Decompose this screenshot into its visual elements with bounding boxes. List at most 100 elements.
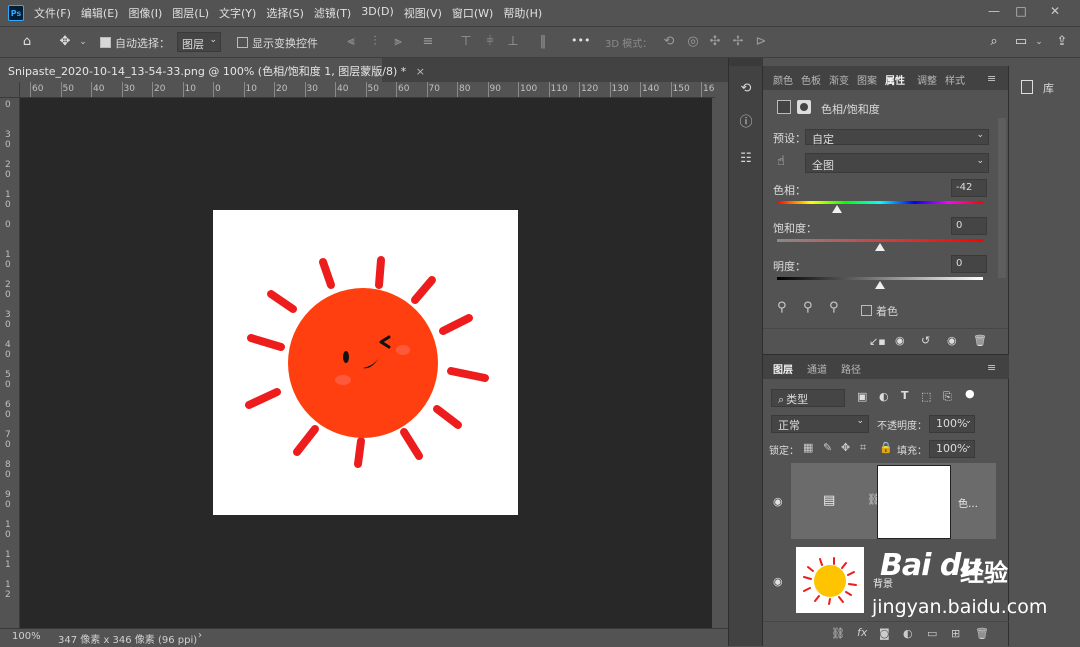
menu-item-2[interactable]: 图像(I)	[128, 5, 162, 21]
reset-icon[interactable]: ↺	[921, 334, 930, 347]
visibility-eye-icon[interactable]: ◉	[773, 495, 783, 508]
distribute-icon[interactable]: ≡	[421, 35, 435, 49]
visibility-eye-icon[interactable]: ◉	[773, 575, 783, 588]
layers-tab-1[interactable]: 通道	[807, 361, 827, 376]
panel-tab-5[interactable]: 调整	[917, 72, 937, 87]
hue-value-field[interactable]: -42	[951, 179, 987, 197]
checkbox-empty-icon[interactable]	[861, 305, 872, 316]
chevron-down-icon[interactable]: ⌄	[76, 35, 90, 49]
new-group-icon[interactable]: ▭	[927, 627, 937, 640]
panel-tab-3[interactable]: 图案	[857, 72, 877, 87]
clip-to-layer-icon[interactable]: ↙▪	[869, 335, 886, 348]
panel-scrollbar[interactable]	[998, 118, 1006, 278]
lock-pixels-icon[interactable]: ✎	[823, 441, 832, 454]
layer-row-adjustment[interactable]: ◉ ▤ ⛓ 色…	[763, 463, 1009, 539]
hue-slider-track[interactable]	[777, 201, 983, 204]
lightness-slider-track[interactable]	[777, 277, 983, 280]
share-icon[interactable]: ⇪	[1055, 35, 1069, 49]
character-icon[interactable]: ☷	[737, 150, 755, 168]
align-center-icon[interactable]: ⫶	[368, 35, 382, 49]
saturation-slider-thumb[interactable]	[875, 243, 885, 251]
panel-tab-2[interactable]: 渐变	[829, 72, 849, 87]
align-middle-icon[interactable]: ⫩	[483, 35, 497, 49]
type-filter-icon[interactable]: T	[901, 389, 909, 402]
delete-layer-icon[interactable]: 🗑	[975, 627, 989, 640]
eyedropper-plus-icon[interactable]: ⚲	[803, 300, 813, 315]
library-label[interactable]: 库	[1043, 80, 1054, 96]
library-icon[interactable]	[1021, 80, 1033, 94]
layers-tab-0[interactable]: 图层	[773, 361, 793, 376]
lock-transparency-icon[interactable]: ▦	[803, 441, 813, 454]
menu-item-1[interactable]: 编辑(E)	[81, 5, 119, 21]
saturation-slider-track[interactable]	[777, 239, 983, 242]
document-canvas[interactable]	[213, 210, 518, 515]
adjustment-filter-icon[interactable]: ◐	[879, 390, 889, 403]
targeted-adjustment-hand-icon[interactable]: ☝	[777, 154, 785, 169]
minimize-button[interactable]: —	[985, 4, 1003, 20]
align-right-icon[interactable]: ⫸	[391, 35, 405, 49]
align-bottom-icon[interactable]: ⊥	[506, 35, 520, 49]
layers-tab-2[interactable]: 路径	[841, 361, 861, 376]
layer-mask-thumbnail[interactable]	[877, 465, 951, 539]
channel-dropdown[interactable]: 全图 ⌄	[805, 153, 989, 173]
menu-item-3[interactable]: 图层(L)	[172, 5, 209, 21]
panel-tab-4[interactable]: 属性	[885, 72, 905, 87]
menu-item-5[interactable]: 选择(S)	[266, 5, 304, 21]
panel-menu-icon[interactable]: ≡	[987, 72, 996, 85]
opacity-field[interactable]: 100% ⌄	[929, 415, 975, 433]
view-previous-state-icon[interactable]: ◉	[895, 334, 905, 347]
lightness-slider-thumb[interactable]	[875, 281, 885, 289]
layer-name[interactable]: 色…	[958, 495, 978, 510]
smart-object-filter-icon[interactable]: ⎘	[943, 390, 952, 404]
eyedropper-minus-icon[interactable]: ⚲	[829, 300, 839, 315]
panel-tab-6[interactable]: 样式	[945, 72, 965, 87]
more-options-button[interactable]: •••	[571, 34, 590, 47]
pixel-filter-icon[interactable]: ▣	[857, 390, 867, 403]
menu-item-6[interactable]: 滤镜(T)	[314, 5, 351, 21]
3d-scale-icon[interactable]: ⊳	[754, 35, 768, 49]
status-menu-arrow[interactable]: ›	[198, 630, 202, 641]
new-layer-icon[interactable]: ⊞	[951, 627, 960, 640]
move-tool-icon[interactable]: ✥	[58, 35, 72, 49]
fill-field[interactable]: 100% ⌄	[929, 440, 975, 458]
workspace-icon[interactable]: ▭	[1014, 35, 1028, 49]
auto-select-checkbox[interactable]: 自动选择：	[100, 35, 170, 51]
close-button[interactable]: ✕	[1046, 4, 1064, 20]
menu-item-8[interactable]: 视图(V)	[404, 5, 442, 21]
align-top-icon[interactable]: ⊤	[459, 35, 473, 49]
zoom-level[interactable]: 100%	[12, 631, 41, 642]
blend-mode-dropdown[interactable]: 正常 ⌄	[771, 415, 869, 433]
menu-item-10[interactable]: 帮助(H)	[503, 5, 542, 21]
delete-icon[interactable]: 🗑	[973, 334, 987, 347]
auto-select-target-dropdown[interactable]: 图层 ⌄	[177, 32, 221, 52]
distribute-vertical-icon[interactable]: ‖	[536, 35, 550, 49]
chevron-down-icon[interactable]: ⌄	[1032, 35, 1046, 49]
checkbox-checked-icon[interactable]	[100, 37, 111, 48]
filter-toggle-icon[interactable]: ●	[965, 387, 975, 400]
menu-item-0[interactable]: 文件(F)	[34, 5, 71, 21]
fx-icon[interactable]: fx	[857, 626, 867, 639]
lock-all-icon[interactable]: 🔒	[879, 441, 893, 454]
maximize-button[interactable]: □	[1012, 4, 1030, 20]
3d-roll-icon[interactable]: ◎	[686, 35, 700, 49]
home-icon[interactable]: ⌂	[20, 35, 34, 49]
eyedropper-icon[interactable]: ⚲	[777, 300, 787, 315]
show-transform-checkbox[interactable]: 显示变换控件	[237, 35, 318, 51]
menu-item-4[interactable]: 文字(Y)	[219, 5, 256, 21]
checkbox-empty-icon[interactable]	[237, 37, 248, 48]
panel-tab-1[interactable]: 色板	[801, 72, 821, 87]
info-icon[interactable]: ⓘ	[737, 114, 755, 132]
align-left-icon[interactable]: ⫷	[344, 35, 358, 49]
link-layers-icon[interactable]: ⛓	[831, 627, 845, 640]
new-adjustment-icon[interactable]: ◐	[903, 627, 913, 640]
hue-slider-thumb[interactable]	[831, 205, 842, 213]
preset-dropdown[interactable]: 自定 ⌄	[805, 129, 989, 146]
document-tab[interactable]: Snipaste_2020-10-14_13-54-33.png @ 100% …	[0, 58, 425, 82]
panel-tab-0[interactable]: 颜色	[773, 72, 793, 87]
lock-artboard-icon[interactable]: ⌗	[860, 441, 866, 455]
close-tab-icon[interactable]: ×	[416, 65, 425, 78]
search-icon[interactable]: ⌕	[987, 35, 1001, 49]
menu-item-9[interactable]: 窗口(W)	[452, 5, 493, 21]
3d-rotate-icon[interactable]: ⟲	[662, 35, 676, 49]
add-mask-icon[interactable]: ◙	[879, 627, 890, 640]
